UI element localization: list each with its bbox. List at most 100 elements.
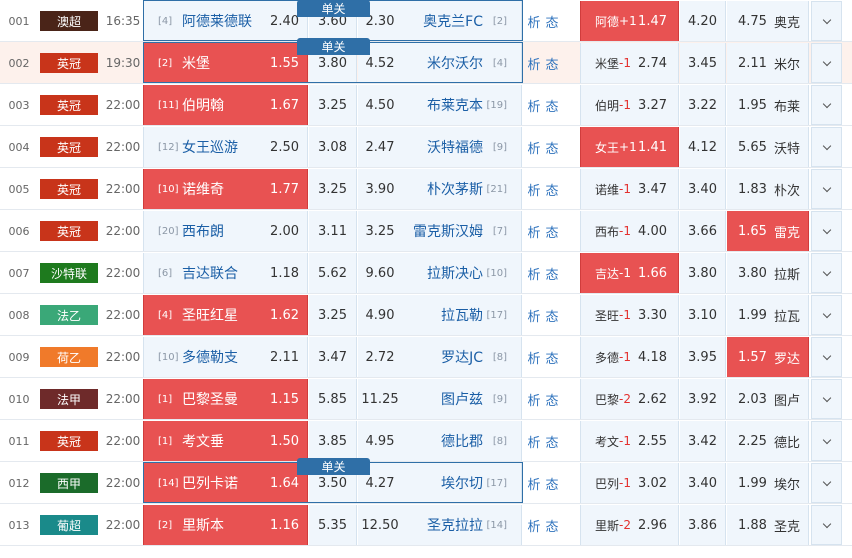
handicap-home-cell[interactable]: 诺维 -1 3.47: [580, 169, 679, 209]
home-win-odds-cell[interactable]: [2] 里斯本 1.16: [143, 505, 308, 545]
handicap-away-cell[interactable]: 1.57 罗达: [727, 337, 809, 377]
home-win-odds-cell[interactable]: [4] 圣旺红星 1.62: [143, 295, 308, 335]
state-link[interactable]: 态: [545, 252, 559, 294]
expand-button[interactable]: [811, 85, 842, 125]
handicap-away-cell[interactable]: 2.11 米尔: [727, 43, 809, 83]
handicap-home-cell[interactable]: 女王 +1 1.41: [580, 127, 679, 167]
league-badge[interactable]: 法甲: [40, 389, 98, 409]
state-link[interactable]: 态: [545, 294, 559, 336]
league-badge[interactable]: 英冠: [40, 221, 98, 241]
home-win-odds-cell[interactable]: [14] 巴列卡诺 1.64: [143, 463, 308, 503]
away-team-cell[interactable]: 图卢兹 [9]: [402, 379, 522, 419]
home-win-odds-cell[interactable]: [2] 米堡 1.55: [143, 43, 308, 83]
home-win-odds-cell[interactable]: [10] 多德勒支 2.11: [143, 337, 308, 377]
away-win-odds-cell[interactable]: 2.72: [358, 337, 402, 377]
state-link[interactable]: 态: [545, 0, 559, 42]
handicap-draw-cell[interactable]: 4.12: [680, 127, 726, 167]
away-team-cell[interactable]: 朴次茅斯 [21]: [402, 169, 522, 209]
home-win-odds-cell[interactable]: [1] 考文垂 1.50: [143, 421, 308, 461]
handicap-away-cell[interactable]: 1.99 埃尔: [727, 463, 809, 503]
expand-button[interactable]: [811, 337, 842, 377]
away-team-cell[interactable]: 雷克斯汉姆 [7]: [402, 211, 522, 251]
handicap-home-cell[interactable]: 伯明 -1 3.27: [580, 85, 679, 125]
handicap-home-cell[interactable]: 米堡 -1 2.74: [580, 43, 679, 83]
expand-button[interactable]: [811, 379, 842, 419]
away-win-odds-cell[interactable]: 12.50: [358, 505, 402, 545]
draw-odds-cell[interactable]: 3.25: [309, 169, 357, 209]
draw-odds-cell[interactable]: 5.62: [309, 253, 357, 293]
handicap-draw-cell[interactable]: 3.40: [680, 169, 726, 209]
analysis-link[interactable]: 析: [527, 210, 541, 252]
analysis-link[interactable]: 析: [527, 378, 541, 420]
away-win-odds-cell[interactable]: 3.90: [358, 169, 402, 209]
handicap-draw-cell[interactable]: 3.40: [680, 463, 726, 503]
state-link[interactable]: 态: [545, 168, 559, 210]
handicap-away-cell[interactable]: 4.75 奥克: [727, 1, 809, 41]
draw-odds-cell[interactable]: 3.85: [309, 421, 357, 461]
league-badge[interactable]: 澳超: [40, 11, 98, 31]
handicap-draw-cell[interactable]: 3.10: [680, 295, 726, 335]
handicap-away-cell[interactable]: 1.95 布莱: [727, 85, 809, 125]
draw-odds-cell[interactable]: 5.85: [309, 379, 357, 419]
league-badge[interactable]: 英冠: [40, 95, 98, 115]
analysis-link[interactable]: 析: [527, 420, 541, 462]
league-badge[interactable]: 英冠: [40, 431, 98, 451]
analysis-link[interactable]: 析: [527, 168, 541, 210]
league-badge[interactable]: 西甲: [40, 473, 98, 493]
handicap-draw-cell[interactable]: 3.92: [680, 379, 726, 419]
analysis-link[interactable]: 析: [527, 336, 541, 378]
home-win-odds-cell[interactable]: [20] 西布朗 2.00: [143, 211, 308, 251]
state-link[interactable]: 态: [545, 42, 559, 84]
state-link[interactable]: 态: [545, 420, 559, 462]
expand-button[interactable]: [811, 505, 842, 545]
away-team-cell[interactable]: 奥克兰FC [2]: [402, 1, 522, 41]
home-win-odds-cell[interactable]: [1] 巴黎圣曼 1.15: [143, 379, 308, 419]
league-badge[interactable]: 葡超: [40, 515, 98, 535]
league-badge[interactable]: 荷乙: [40, 347, 98, 367]
home-win-odds-cell[interactable]: [12] 女王巡游 2.50: [143, 127, 308, 167]
expand-button[interactable]: [811, 43, 842, 83]
analysis-link[interactable]: 析: [527, 462, 541, 504]
handicap-away-cell[interactable]: 1.99 拉瓦: [727, 295, 809, 335]
expand-button[interactable]: [811, 421, 842, 461]
handicap-draw-cell[interactable]: 3.66: [680, 211, 726, 251]
home-win-odds-cell[interactable]: [11] 伯明翰 1.67: [143, 85, 308, 125]
home-win-odds-cell[interactable]: [4] 阿德莱德联 2.40: [143, 1, 308, 41]
state-link[interactable]: 态: [545, 378, 559, 420]
handicap-draw-cell[interactable]: 3.95: [680, 337, 726, 377]
handicap-away-cell[interactable]: 5.65 沃特: [727, 127, 809, 167]
handicap-away-cell[interactable]: 2.25 德比: [727, 421, 809, 461]
handicap-away-cell[interactable]: 3.80 拉斯: [727, 253, 809, 293]
analysis-link[interactable]: 析: [527, 294, 541, 336]
expand-button[interactable]: [811, 211, 842, 251]
expand-button[interactable]: [811, 1, 842, 41]
state-link[interactable]: 态: [545, 504, 559, 546]
handicap-away-cell[interactable]: 1.83 朴次: [727, 169, 809, 209]
league-badge[interactable]: 英冠: [40, 137, 98, 157]
handicap-home-cell[interactable]: 吉达 -1 1.66: [580, 253, 679, 293]
expand-button[interactable]: [811, 253, 842, 293]
away-win-odds-cell[interactable]: 4.95: [358, 421, 402, 461]
away-team-cell[interactable]: 罗达JC [8]: [402, 337, 522, 377]
handicap-home-cell[interactable]: 多德 -1 4.18: [580, 337, 679, 377]
away-team-cell[interactable]: 沃特福德 [9]: [402, 127, 522, 167]
analysis-link[interactable]: 析: [527, 252, 541, 294]
away-team-cell[interactable]: 圣克拉拉 [14]: [402, 505, 522, 545]
expand-button[interactable]: [811, 127, 842, 167]
away-team-cell[interactable]: 布莱克本 [19]: [402, 85, 522, 125]
handicap-home-cell[interactable]: 西布 -1 4.00: [580, 211, 679, 251]
away-team-cell[interactable]: 米尔沃尔 [4]: [402, 43, 522, 83]
analysis-link[interactable]: 析: [527, 0, 541, 42]
away-team-cell[interactable]: 德比郡 [8]: [402, 421, 522, 461]
state-link[interactable]: 态: [545, 84, 559, 126]
away-team-cell[interactable]: 埃尔切 [17]: [402, 463, 522, 503]
draw-odds-cell[interactable]: 3.11: [309, 211, 357, 251]
away-win-odds-cell[interactable]: 2.47: [358, 127, 402, 167]
home-win-odds-cell[interactable]: [10] 诺维奇 1.77: [143, 169, 308, 209]
league-badge[interactable]: 英冠: [40, 179, 98, 199]
analysis-link[interactable]: 析: [527, 504, 541, 546]
handicap-draw-cell[interactable]: 3.80: [680, 253, 726, 293]
handicap-home-cell[interactable]: 巴列 -1 3.02: [580, 463, 679, 503]
draw-odds-cell[interactable]: 3.47: [309, 337, 357, 377]
away-win-odds-cell[interactable]: 3.25: [358, 211, 402, 251]
